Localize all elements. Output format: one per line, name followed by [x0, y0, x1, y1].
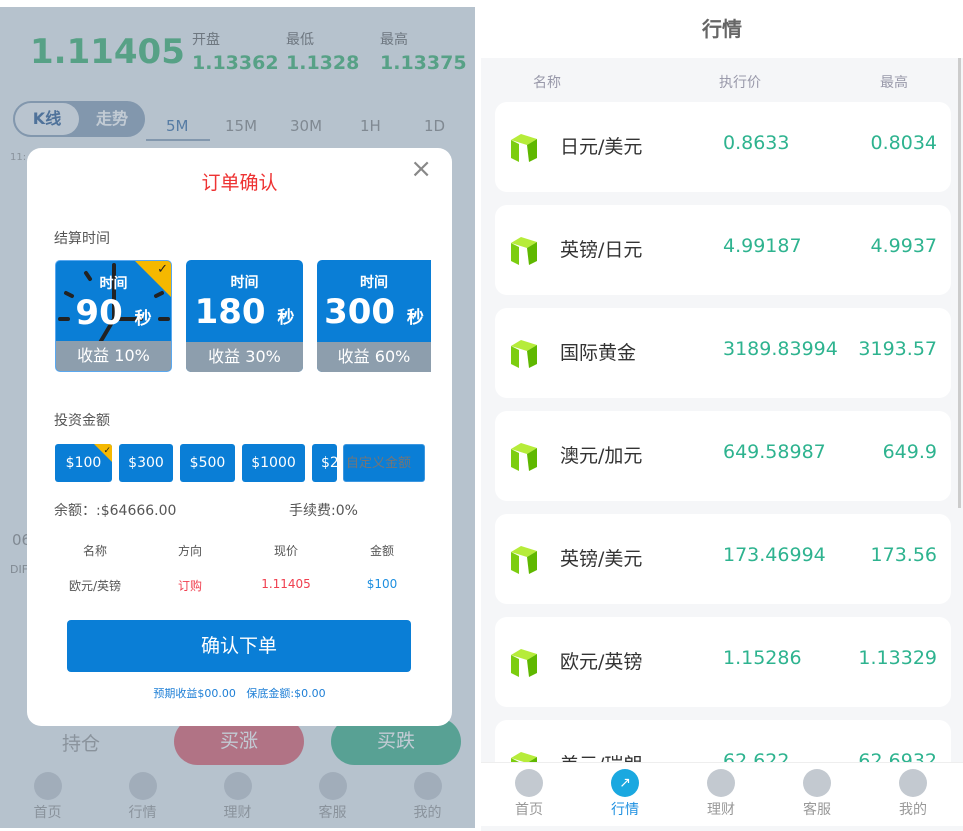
col-name: 名称 — [82, 544, 107, 558]
profit-label: 收益 60% — [317, 342, 431, 372]
exec-price: 0.8633 — [723, 132, 790, 154]
exec-price: 1.15286 — [723, 647, 802, 669]
exec-price: 173.46994 — [723, 544, 826, 566]
exec-price: 3189.83994 — [723, 338, 838, 360]
high-price: 173.56 — [870, 544, 937, 566]
high-price: 0.8034 — [870, 132, 937, 154]
tab-label: 理财 — [707, 802, 735, 818]
time-unit: 秒 — [277, 308, 295, 328]
coin-logo-icon — [511, 649, 537, 677]
market-row[interactable]: 欧元/英镑 1.15286 1.13329 — [495, 617, 951, 707]
order-name: 欧元/英镑 — [68, 579, 122, 593]
time-option-180[interactable]: 时间 180 秒 收益 30% — [186, 260, 303, 372]
coin-logo-icon — [511, 134, 537, 162]
high-price: 3193.57 — [858, 338, 937, 360]
time-value: 90 — [75, 293, 123, 333]
home-icon — [515, 769, 543, 797]
order-price: 1.11405 — [261, 577, 311, 591]
user-icon — [899, 769, 927, 797]
market-row[interactable]: 英镑/日元 4.99187 4.9937 — [495, 205, 951, 295]
settle-time-label: 结算时间 — [54, 231, 110, 247]
amount-1000[interactable]: $1000 — [242, 444, 305, 482]
high-price: 1.13329 — [858, 647, 937, 669]
time-option-300[interactable]: 时间 300 秒 收益 60% — [317, 260, 431, 372]
money-icon — [707, 769, 735, 797]
amount-500[interactable]: $500 — [180, 444, 235, 482]
market-row[interactable]: 澳元/加元 649.58987 649.9 — [495, 411, 951, 501]
coin-logo-icon — [511, 340, 537, 368]
tab-label: 行情 — [611, 802, 639, 818]
exec-price: 4.99187 — [723, 235, 802, 257]
pair-name: 日元/美元 — [560, 136, 643, 158]
coin-logo-icon — [511, 443, 537, 471]
high-price: 4.9937 — [870, 235, 937, 257]
time-label: 时间 — [360, 275, 388, 291]
time-value: 180 — [194, 292, 266, 332]
col-high: 最高 — [880, 75, 908, 91]
balance-text: 余额：:$64666.00 — [54, 503, 177, 519]
time-label: 时间 — [99, 276, 128, 292]
tabbar: 首页 ↗ 行情 理财 客服 我的 — [481, 762, 963, 826]
market-row[interactable]: 国际黄金 3189.83994 3193.57 — [495, 308, 951, 398]
order-footer: 预期收益$00.00 保底金额:$0.00 — [27, 685, 452, 701]
tab-home[interactable]: 首页 — [481, 769, 577, 826]
col-name: 名称 — [533, 75, 561, 91]
page-title: 行情 — [481, 0, 963, 58]
high-price: 649.9 — [882, 441, 937, 463]
col-amount: 金额 — [369, 544, 394, 558]
coin-logo-icon — [511, 546, 537, 574]
headset-icon — [803, 769, 831, 797]
order-direction: 订购 — [177, 579, 202, 593]
pair-name: 澳元/加元 — [560, 445, 643, 467]
col-price: 现价 — [273, 544, 298, 558]
tab-service[interactable]: 客服 — [769, 769, 865, 826]
order-confirm-modal: 订单确认 × 结算时间 ✓ 时间 90 秒 收益 10% 时间 180 秒 收益… — [27, 148, 452, 726]
tab-profile[interactable]: 我的 — [865, 769, 961, 826]
custom-amount-input[interactable] — [343, 444, 425, 482]
expected-profit: 预期收益$00.00 — [153, 687, 236, 700]
pair-name: 英镑/美元 — [560, 548, 643, 570]
guarantee-amount: 保底金额:$0.00 — [246, 687, 326, 700]
amount-2000[interactable]: $2 — [312, 444, 337, 482]
profit-label: 收益 10% — [56, 341, 171, 371]
col-direction: 方向 — [177, 544, 202, 558]
scrollbar[interactable] — [958, 58, 961, 508]
close-icon[interactable]: × — [410, 154, 432, 184]
market-screen: 行情 名称 执行价 最高 日元/美元 0.8633 0.8034 英镑/日元 4.991… — [481, 0, 963, 831]
tab-label: 我的 — [899, 802, 927, 818]
time-unit: 秒 — [406, 308, 424, 328]
pair-name: 国际黄金 — [560, 342, 637, 364]
time-value: 300 — [324, 292, 396, 332]
tab-finance[interactable]: 理财 — [673, 769, 769, 826]
market-row[interactable]: 英镑/美元 173.46994 173.56 — [495, 514, 951, 604]
check-icon: ✓ — [103, 446, 111, 456]
fee-text: 手续费:0% — [289, 503, 358, 519]
order-amount: $100 — [366, 577, 398, 591]
amount-300[interactable]: $300 — [119, 444, 173, 482]
market-row[interactable]: 日元/美元 0.8633 0.8034 — [495, 102, 951, 192]
invest-amount-label: 投资金额 — [54, 413, 110, 429]
time-unit: 秒 — [134, 309, 152, 329]
tab-label: 客服 — [803, 802, 831, 818]
pair-name: 英镑/日元 — [560, 239, 643, 261]
tab-label: 首页 — [515, 802, 543, 818]
time-label: 时间 — [230, 275, 259, 291]
profit-label: 收益 30% — [186, 342, 303, 372]
amount-100[interactable]: $100 ✓ — [55, 444, 112, 482]
exec-price: 649.58987 — [723, 441, 826, 463]
time-option-90[interactable]: ✓ 时间 90 秒 收益 10% — [55, 260, 172, 372]
trend-icon: ↗ — [611, 769, 639, 797]
modal-title: 订单确认 — [201, 172, 278, 194]
tab-market[interactable]: ↗ 行情 — [577, 769, 673, 826]
col-exec-price: 执行价 — [719, 75, 761, 91]
coin-logo-icon — [511, 237, 537, 265]
confirm-order-button[interactable]: 确认下单 — [67, 620, 411, 672]
pair-name: 欧元/英镑 — [560, 651, 643, 673]
